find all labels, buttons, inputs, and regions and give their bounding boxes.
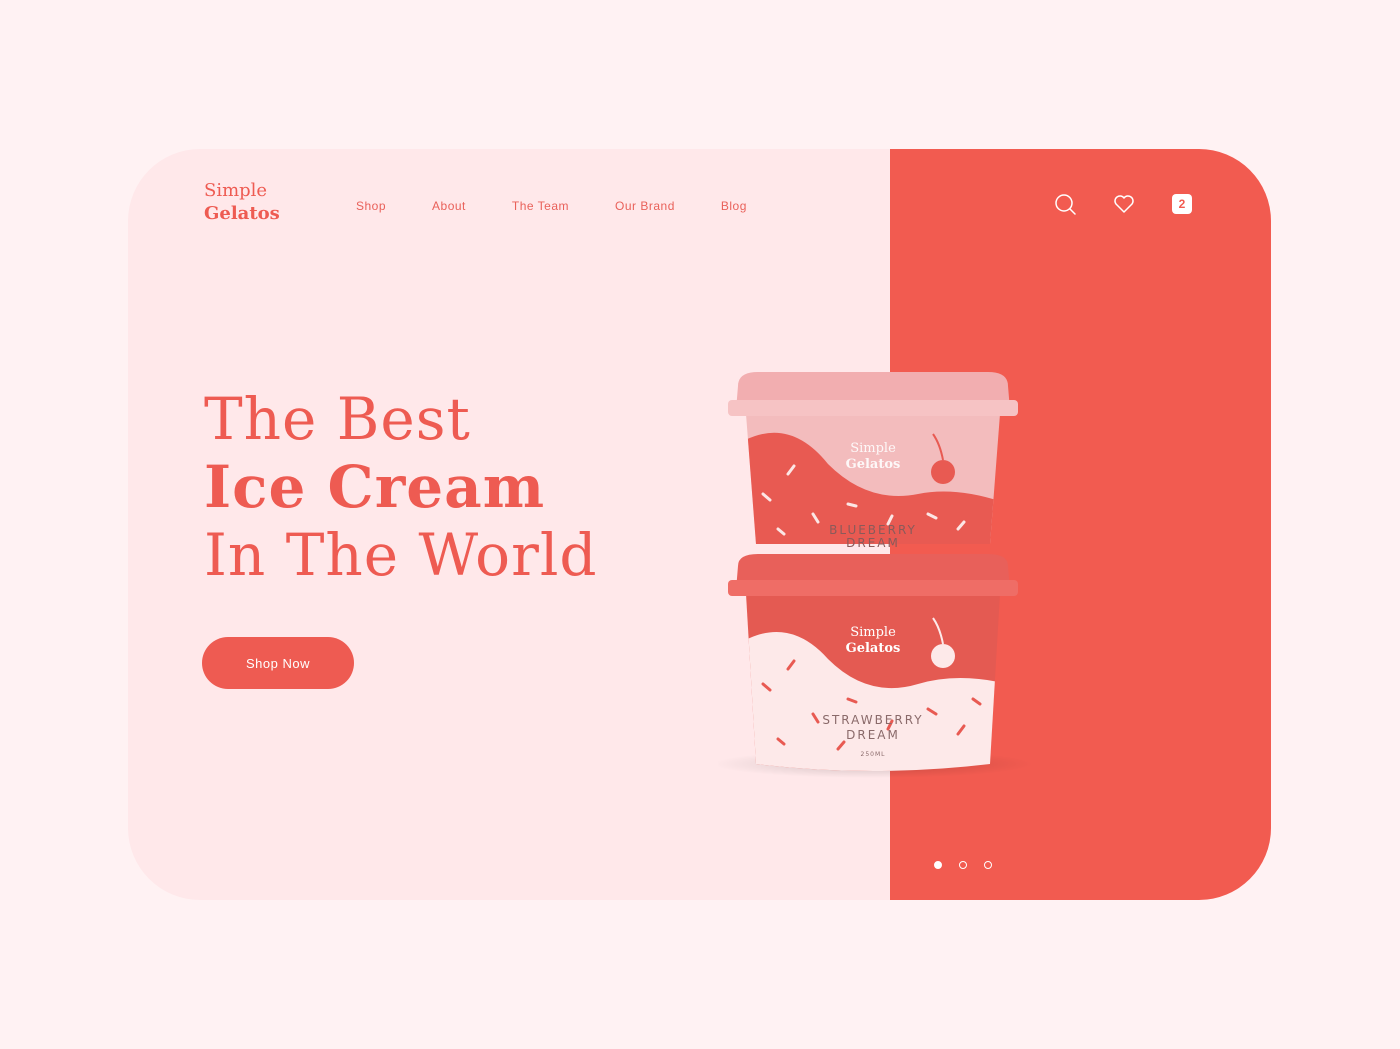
nav-item-shop[interactable]: Shop bbox=[356, 199, 386, 213]
bottom-tub-flavor-2: DREAM bbox=[846, 728, 900, 742]
top-tub-flavor-2: DREAM bbox=[846, 536, 900, 550]
top-tub-flavor: BLUEBERRY bbox=[829, 523, 917, 537]
hero-headline: The Best Ice Cream In The World bbox=[204, 385, 598, 589]
hero-card: Simple Gelatos Shop About The Team Our B… bbox=[128, 149, 1271, 900]
heart-icon[interactable] bbox=[1113, 193, 1135, 215]
brand-logo[interactable]: Simple Gelatos bbox=[204, 179, 280, 225]
headline-line-2: Ice Cream bbox=[204, 453, 546, 521]
cart-badge[interactable]: 2 bbox=[1172, 194, 1192, 214]
brand-line-1: Simple bbox=[204, 180, 268, 201]
top-tub-brand-1: Simple bbox=[850, 441, 896, 456]
shop-now-button[interactable]: Shop Now bbox=[202, 637, 354, 689]
top-tub-brand-2: Gelatos bbox=[846, 457, 901, 472]
nav-item-our-brand[interactable]: Our Brand bbox=[615, 199, 675, 213]
nav-item-about[interactable]: About bbox=[432, 199, 466, 213]
bottom-tub-volume: 250ML bbox=[861, 751, 886, 758]
header-actions: 2 bbox=[1054, 193, 1192, 215]
bottom-tub-brand-2: Gelatos bbox=[846, 641, 901, 656]
search-icon[interactable] bbox=[1054, 193, 1076, 215]
headline-line-3: In The World bbox=[204, 521, 598, 589]
carousel-dot-2[interactable] bbox=[959, 861, 967, 869]
main-nav: Shop About The Team Our Brand Blog bbox=[356, 199, 793, 213]
nav-item-blog[interactable]: Blog bbox=[721, 199, 747, 213]
carousel-dots bbox=[934, 861, 1009, 869]
carousel-dot-1[interactable] bbox=[934, 861, 942, 869]
nav-item-the-team[interactable]: The Team bbox=[512, 199, 569, 213]
headline-line-1: The Best bbox=[204, 385, 471, 453]
product-image: Simple Gelatos BLUEBERRY DREAM Simple Ge… bbox=[713, 354, 1038, 799]
bottom-tub-flavor-1: STRAWBERRY bbox=[822, 713, 923, 727]
bottom-tub-brand-1: Simple bbox=[850, 625, 896, 640]
carousel-dot-3[interactable] bbox=[984, 861, 992, 869]
brand-line-2: Gelatos bbox=[204, 203, 280, 224]
